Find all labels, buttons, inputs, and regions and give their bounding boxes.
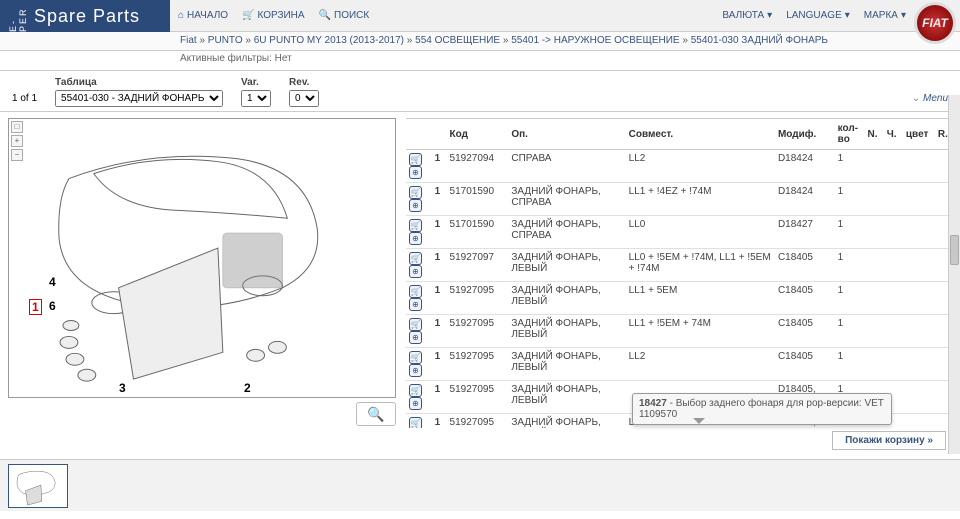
zoom-fit-button[interactable]: □ [11,121,23,133]
cart-icon: 🛒 [242,10,254,21]
app-title: Spare Parts [34,6,140,27]
active-filters: Активные фильтры: Нет [0,51,960,71]
table-row[interactable]: 🛒 ⊕151927094СПРАВАLL2D184241 [406,150,952,183]
table-row[interactable]: 🛒 ⊕151927095ЗАДНИЙ ФОНАРЬ, ЛЕВЫЙLL1 + 5E… [406,282,952,315]
crumb-5[interactable]: 55401-030 ЗАДНИЙ ФОНАРЬ [691,35,828,46]
breadcrumb: Fiat » PUNTO » 6U PUNTO MY 2013 (2013-20… [0,32,960,51]
callout-3: 3 [119,381,126,395]
language-dropdown[interactable]: LANGUAGE ▾ [786,10,850,21]
add-cart-icon[interactable]: 🛒 [409,186,422,199]
var-label: Var. [241,77,271,88]
chevron-down-icon: ⌄ [912,93,920,104]
add-cart-icon[interactable]: 🛒 [409,252,422,265]
th-compat[interactable]: Совмест. [626,119,775,150]
diagram-frame[interactable]: □ + − [8,118,396,398]
add-cart-icon[interactable]: 🛒 [409,219,422,232]
info-icon[interactable]: ⊕ [409,166,422,179]
search-icon: 🔍 [319,10,331,21]
search-link[interactable]: 🔍ПОИСК [319,10,370,21]
callout-4: 4 [49,275,56,289]
diagram-search-button[interactable]: 🔍 [356,402,396,426]
table-select[interactable]: 55401-030 - ЗАДНИЙ ФОНАРЬ [55,90,223,107]
crumb-3[interactable]: 554 ОСВЕЩЕНИЕ [415,35,500,46]
crumb-2[interactable]: 6U PUNTO MY 2013 (2013-2017) [254,35,404,46]
eper-label: E-PER [8,0,28,32]
info-icon[interactable]: ⊕ [409,364,422,377]
th-ch[interactable]: Ч. [884,119,903,150]
brand-bar: E-PER Spare Parts [0,0,170,32]
th-desc[interactable]: Оп. [508,119,625,150]
table-row[interactable]: 🛒 ⊕151701590ЗАДНИЙ ФОНАРЬ, СПРАВАLL0D184… [406,216,952,249]
menu-dropdown[interactable]: ⌄ Menu [912,93,948,107]
magnifier-icon: 🔍 [367,406,384,423]
parts-table-panel[interactable]: Код Оп. Совмест. Модиф. кол-во N. Ч. цве… [406,118,952,428]
add-cart-icon[interactable]: 🛒 [409,153,422,166]
home-link[interactable]: ⌂НАЧАЛО [178,10,228,21]
info-icon[interactable]: ⊕ [409,331,422,344]
info-icon[interactable]: ⊕ [409,265,422,278]
fiat-logo: FIAT [914,2,956,44]
zoom-in-button[interactable]: + [11,135,23,147]
tooltip-code: 18427 [639,398,667,409]
table-row[interactable]: 🛒 ⊕151927097ЗАДНИЙ ФОНАРЬ, ЛЕВЫЙLL0 + !5… [406,249,952,282]
add-cart-icon[interactable]: 🛒 [409,417,422,428]
vehicle-drawing [9,119,395,397]
tooltip: 18427 - Выбор заднего фонаря для pop-вер… [632,393,892,425]
info-icon[interactable]: ⊕ [409,397,422,410]
add-cart-icon[interactable]: 🛒 [409,384,422,397]
currency-dropdown[interactable]: ВАЛЮТА ▾ [722,10,772,21]
chevron-down-icon: ▾ [901,10,906,21]
diagram-thumb[interactable] [8,464,68,508]
scrollbar-thumb[interactable] [950,235,959,265]
page-indicator: 1 of 1 [12,93,37,107]
chevron-down-icon: ▾ [767,10,772,21]
crumb-4[interactable]: 55401 -> НАРУЖНОЕ ОСВЕЩЕНИЕ [511,35,679,46]
parts-table: Код Оп. Совмест. Модиф. кол-во N. Ч. цве… [406,119,952,428]
tooltip-text: - Выбор заднего фонаря для pop-версии: V… [639,398,884,420]
var-select[interactable]: 1 [241,90,271,107]
page-scrollbar[interactable] [948,95,960,454]
th-n[interactable]: N. [865,119,884,150]
crumb-0[interactable]: Fiat [180,35,197,46]
th-qty[interactable]: кол-во [835,119,865,150]
rev-label: Rev. [289,77,319,88]
add-cart-icon[interactable]: 🛒 [409,318,422,331]
th-mod[interactable]: Модиф. [775,119,835,150]
controls-row: 1 of 1 Таблица 55401-030 - ЗАДНИЙ ФОНАРЬ… [0,71,960,112]
zoom-out-button[interactable]: − [11,149,23,161]
thumbnail-strip [0,459,960,511]
table-row[interactable]: 🛒 ⊕151701590ЗАДНИЙ ФОНАРЬ, СПРАВАLL1 + !… [406,183,952,216]
info-icon[interactable]: ⊕ [409,232,422,245]
add-cart-icon[interactable]: 🛒 [409,285,422,298]
callout-2: 2 [244,381,251,395]
crumb-1[interactable]: PUNTO [208,35,243,46]
callout-1: 1 [29,299,42,315]
top-toolbar: ⌂НАЧАЛО 🛒КОРЗИНА 🔍ПОИСК ВАЛЮТА ▾ LANGUAG… [170,0,960,32]
info-icon[interactable]: ⊕ [409,298,422,311]
table-row[interactable]: 🛒 ⊕151927095ЗАДНИЙ ФОНАРЬ, ЛЕВЫЙLL1 + !5… [406,315,952,348]
add-cart-icon[interactable]: 🛒 [409,351,422,364]
show-basket-button[interactable]: Покажи корзину » [832,431,946,450]
chevron-down-icon: ▾ [845,10,850,21]
home-icon: ⌂ [178,10,184,21]
marka-dropdown[interactable]: МАРКА ▾ [864,10,906,21]
rev-select[interactable]: 0 [289,90,319,107]
info-icon[interactable]: ⊕ [409,199,422,212]
table-label: Таблица [55,77,223,88]
th-color[interactable]: цвет [903,119,935,150]
callout-6: 6 [49,299,56,313]
th-code[interactable]: Код [447,119,509,150]
table-row[interactable]: 🛒 ⊕151927095ЗАДНИЙ ФОНАРЬ, ЛЕВЫЙLL2C1840… [406,348,952,381]
basket-link[interactable]: 🛒КОРЗИНА [242,10,305,21]
